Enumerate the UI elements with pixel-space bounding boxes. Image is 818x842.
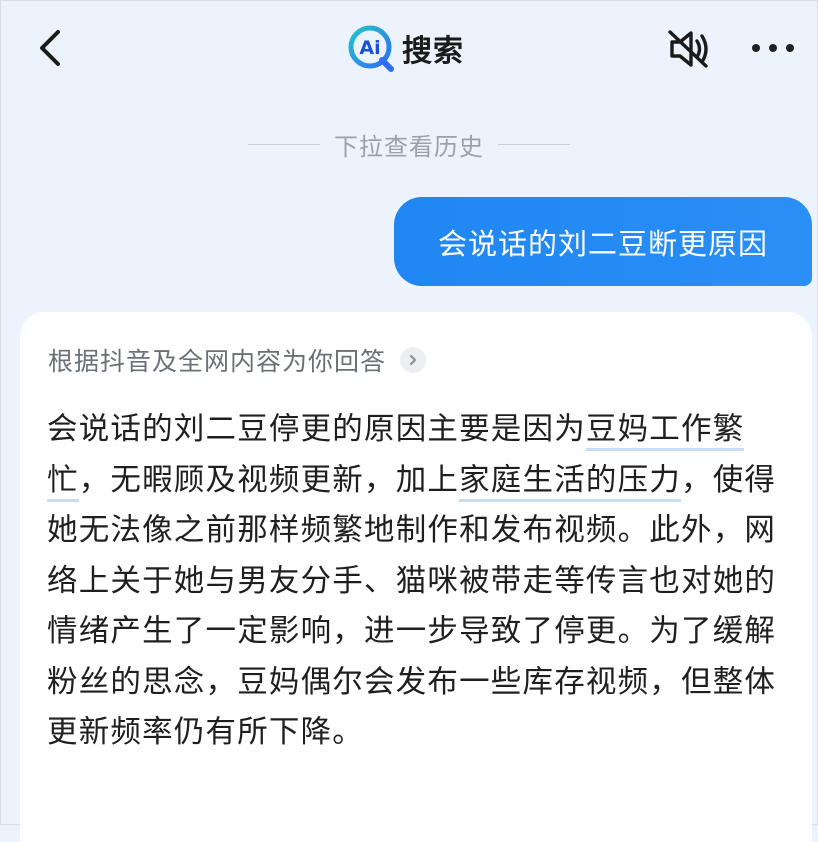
answer-part-2: ，无暇顾及视频更新，加上 bbox=[78, 462, 460, 498]
highlight-link-family[interactable]: 家庭生活的压力 bbox=[459, 462, 682, 502]
chevron-right-icon bbox=[410, 355, 417, 365]
source-expand-button[interactable] bbox=[400, 347, 427, 373]
history-hint: 下拉查看历史 bbox=[0, 126, 818, 162]
answer-part-3: ，使得她无法像之前那样频繁地制作和发布视频。此外，网络上关于她与男友分手、猫咪被… bbox=[47, 462, 777, 751]
divider bbox=[248, 143, 320, 145]
source-label: 根据抖音及全网内容为你回答 bbox=[48, 347, 387, 376]
more-dots-icon bbox=[752, 44, 760, 52]
answer-card: 根据抖音及全网内容为你回答 会说话的刘二豆停更的原因主要是因为豆妈工作繁忙，无暇… bbox=[20, 312, 812, 842]
source-link[interactable]: 根据抖音及全网内容为你回答 bbox=[48, 342, 427, 378]
more-dots-icon bbox=[786, 44, 794, 52]
back-button[interactable] bbox=[30, 26, 74, 70]
more-dots-icon bbox=[769, 44, 777, 52]
answer-part-1: 会说话的刘二豆停更的原因主要是因为 bbox=[47, 412, 586, 447]
top-bar: Ai 搜索 bbox=[0, 0, 818, 100]
speaker-muted-icon bbox=[668, 30, 708, 68]
brand: Ai 搜索 bbox=[346, 20, 464, 76]
divider bbox=[498, 143, 570, 145]
more-button[interactable] bbox=[752, 44, 794, 54]
logo-text: Ai bbox=[359, 37, 380, 59]
user-message-bubble[interactable]: 会说话的刘二豆断更原因 bbox=[394, 197, 812, 286]
answer-text: 会说话的刘二豆停更的原因主要是因为豆妈工作繁忙，无暇顾及视频更新，加上家庭生活的… bbox=[47, 405, 787, 759]
ai-search-logo-icon: Ai bbox=[348, 25, 394, 72]
back-arrow-icon bbox=[40, 30, 60, 66]
user-message-text: 会说话的刘二豆断更原因 bbox=[437, 226, 768, 261]
page-title: 搜索 bbox=[402, 34, 464, 69]
history-hint-text: 下拉查看历史 bbox=[334, 132, 484, 161]
mute-button[interactable] bbox=[664, 28, 712, 70]
